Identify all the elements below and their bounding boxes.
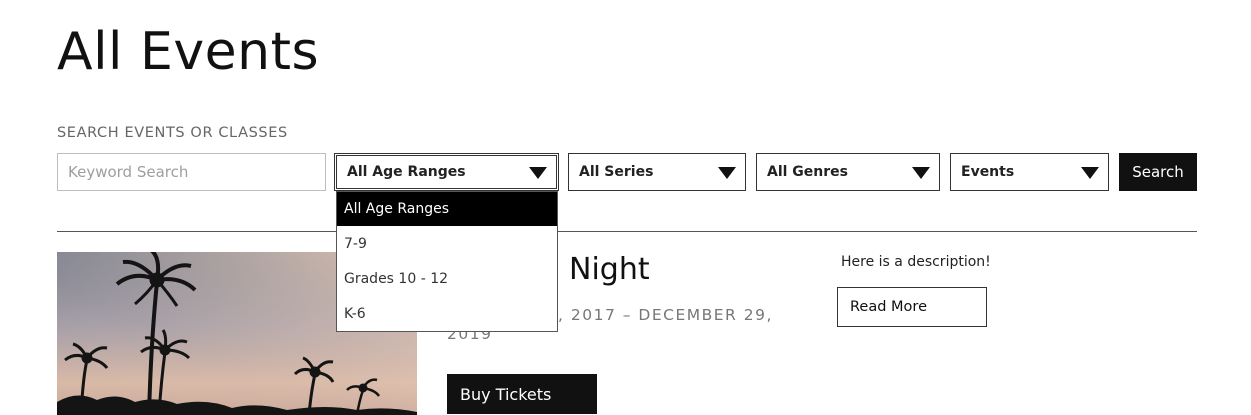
age-range-select[interactable]: All Age Ranges [334, 153, 559, 191]
search-button[interactable]: Search [1119, 153, 1197, 191]
age-range-option-k-6[interactable]: K-6 [337, 297, 557, 331]
caret-down-icon [718, 167, 736, 179]
caret-down-icon [912, 167, 930, 179]
event-type-select[interactable]: Events [950, 153, 1109, 191]
age-range-select-value: All Age Ranges [347, 164, 466, 180]
genres-select[interactable]: All Genres [756, 153, 940, 191]
buy-tickets-button[interactable]: Buy Tickets [447, 374, 597, 414]
series-select-value: All Series [579, 164, 654, 180]
age-range-option-7-9[interactable]: 7-9 [337, 227, 557, 261]
page-title: All Events [57, 22, 320, 82]
event-title[interactable]: Night [569, 250, 650, 290]
filter-heading: SEARCH EVENTS OR CLASSES [57, 125, 288, 141]
age-range-dropdown-menu: All Age Ranges 7-9 Grades 10 - 12 K-6 [336, 191, 558, 332]
caret-down-icon [529, 167, 547, 179]
age-range-option-all[interactable]: All Age Ranges [337, 192, 557, 226]
series-select[interactable]: All Series [568, 153, 746, 191]
genres-select-value: All Genres [767, 164, 848, 180]
event-type-select-value: Events [961, 164, 1015, 180]
read-more-button[interactable]: Read More [837, 287, 987, 327]
age-range-option-grades-10-12[interactable]: Grades 10 - 12 [337, 262, 557, 296]
event-description: Here is a description! [841, 254, 991, 270]
caret-down-icon [1081, 167, 1099, 179]
divider [57, 231, 1197, 232]
keyword-search-input[interactable] [57, 153, 326, 191]
